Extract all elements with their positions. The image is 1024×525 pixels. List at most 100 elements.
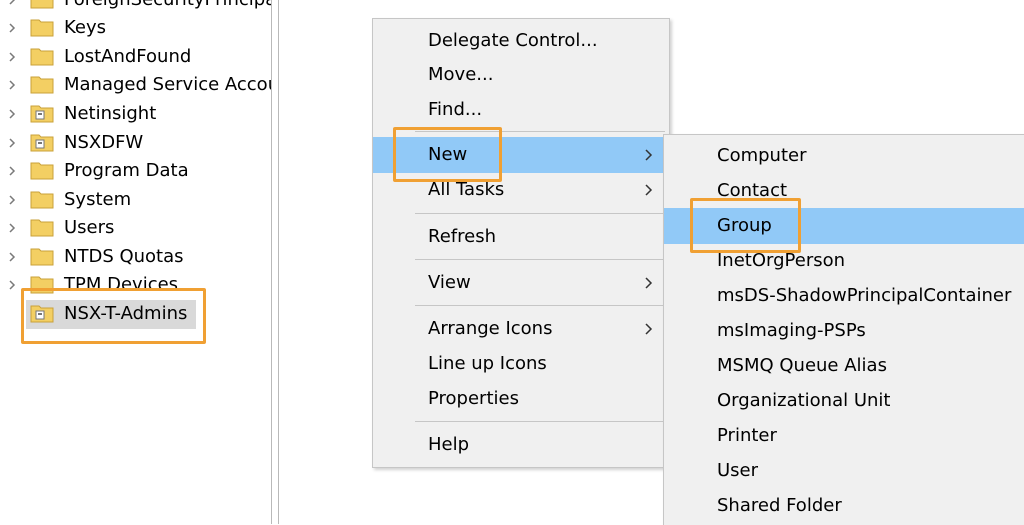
tree-item-system[interactable]: System [0, 186, 271, 214]
tree-item-label: NSXDFW [64, 132, 144, 153]
menu-item-label: New [428, 144, 468, 165]
context-menu: Delegate Control... Move... Find... New … [372, 18, 670, 468]
chevron-right-icon[interactable] [6, 108, 18, 120]
submenu-item-contact[interactable]: Contact [664, 173, 1024, 209]
menu-item-label: Move... [428, 64, 494, 85]
menu-separator [415, 421, 665, 422]
menu-separator [415, 305, 665, 306]
folder-icon [30, 276, 54, 294]
chevron-right-icon [645, 277, 653, 289]
menu-item-delegate-control[interactable]: Delegate Control... [373, 23, 669, 59]
submenu-item-group[interactable]: Group [664, 208, 1024, 244]
tree-item-keys[interactable]: Keys [0, 14, 271, 42]
menu-item-label: Help [428, 434, 470, 455]
menu-item-label: msImaging-PSPs [717, 320, 866, 341]
chevron-right-icon[interactable] [6, 251, 18, 263]
menu-item-label: Line up Icons [428, 353, 547, 374]
tree-item-tpm-devices[interactable]: TPM Devices [0, 271, 271, 299]
menu-item-line-up-icons[interactable]: Line up Icons [373, 346, 669, 382]
tree-item-foreignsecurityprincipals[interactable]: ForeignSecurityPrincipals [0, 0, 271, 14]
menu-item-label: View [428, 272, 471, 293]
tree-item-label: System [64, 189, 132, 210]
chevron-right-icon[interactable] [6, 22, 18, 34]
menu-item-find[interactable]: Find... [373, 92, 669, 128]
menu-item-arrange-icons[interactable]: Arrange Icons [373, 311, 669, 347]
menu-item-label: Arrange Icons [428, 318, 553, 339]
menu-item-all-tasks[interactable]: All Tasks [373, 172, 669, 208]
folder-icon [30, 162, 54, 180]
chevron-right-icon[interactable] [6, 137, 18, 149]
tree-item-users[interactable]: Users [0, 214, 271, 242]
menu-item-label: InetOrgPerson [717, 250, 846, 271]
tree-item-nsxdfw[interactable]: NSXDFW [0, 129, 271, 157]
menu-item-label: msDS-ShadowPrincipalContainer [717, 285, 1012, 306]
chevron-right-icon[interactable] [6, 194, 18, 206]
tree-item-label: Users [64, 217, 115, 238]
tree-item-nsx-t-admins[interactable]: NSX-T-Admins [0, 300, 271, 329]
folder-icon [30, 76, 54, 94]
folder-icon [30, 219, 54, 237]
menu-item-move[interactable]: Move... [373, 57, 669, 93]
menu-item-properties[interactable]: Properties [373, 381, 669, 417]
chevron-right-icon [645, 149, 653, 161]
submenu-item-computer[interactable]: Computer [664, 138, 1024, 174]
menu-item-label: Organizational Unit [717, 390, 891, 411]
chevron-right-icon [645, 184, 653, 196]
chevron-right-icon[interactable] [6, 279, 18, 291]
menu-separator [415, 131, 665, 132]
submenu-item-inetorgperson[interactable]: InetOrgPerson [664, 243, 1024, 279]
submenu-item-organizational-unit[interactable]: Organizational Unit [664, 383, 1024, 419]
menu-separator [415, 213, 665, 214]
menu-item-label: Delegate Control... [428, 30, 598, 51]
new-submenu: Computer Contact Group InetOrgPerson msD… [663, 134, 1024, 525]
menu-item-label: Computer [717, 145, 807, 166]
menu-item-label: Contact [717, 180, 788, 201]
menu-item-label: Group [717, 215, 772, 236]
chevron-right-icon[interactable] [6, 165, 18, 177]
chevron-right-icon [645, 323, 653, 335]
tree-item-label: Keys [64, 17, 107, 38]
submenu-item-msds-shadowprincipalcontainer[interactable]: msDS-ShadowPrincipalContainer [664, 278, 1024, 314]
folder-icon [30, 248, 54, 266]
tree-item-label: Managed Service Accour [64, 74, 271, 95]
tree-item-managed-service-accounts[interactable]: Managed Service Accour [0, 71, 271, 99]
ou-folder-icon [30, 105, 54, 123]
submenu-item-msimaging-psps[interactable]: msImaging-PSPs [664, 313, 1024, 349]
submenu-item-shared-folder[interactable]: Shared Folder [664, 488, 1024, 524]
tree-item-ntds-quotas[interactable]: NTDS Quotas [0, 243, 271, 271]
tree-item-netinsight[interactable]: Netinsight [0, 100, 271, 128]
chevron-right-icon[interactable] [6, 0, 18, 6]
chevron-right-icon[interactable] [6, 79, 18, 91]
menu-item-help[interactable]: Help [373, 427, 669, 463]
chevron-right-icon[interactable] [6, 51, 18, 63]
tree-item-label: LostAndFound [64, 46, 192, 67]
folder-icon [30, 0, 54, 9]
submenu-item-msmq-queue-alias[interactable]: MSMQ Queue Alias [664, 348, 1024, 384]
tree-item-label: ForeignSecurityPrincipals [64, 0, 271, 12]
pane-splitter[interactable] [271, 0, 279, 524]
tree-item-label: TPM Devices [64, 274, 179, 295]
menu-item-refresh[interactable]: Refresh [373, 219, 669, 255]
menu-item-new[interactable]: New [373, 137, 669, 173]
tree-item-lostandfound[interactable]: LostAndFound [0, 43, 271, 71]
folder-icon [30, 191, 54, 209]
menu-item-label: Properties [428, 388, 519, 409]
navigation-tree: ForeignSecurityPrincipals Keys LostAndFo… [0, 0, 271, 524]
menu-item-label: Find... [428, 99, 483, 120]
tree-item-label: NSX-T-Admins [64, 303, 188, 324]
folder-icon [30, 19, 54, 37]
menu-separator [415, 259, 665, 260]
tree-item-label: Program Data [64, 160, 189, 181]
menu-item-view[interactable]: View [373, 265, 669, 301]
tree-item-label: Netinsight [64, 103, 157, 124]
tree-item-program-data[interactable]: Program Data [0, 157, 271, 185]
menu-item-label: Shared Folder [717, 495, 842, 516]
ou-folder-icon [30, 134, 54, 152]
folder-icon [30, 48, 54, 66]
menu-item-label: Refresh [428, 226, 496, 247]
submenu-item-printer[interactable]: Printer [664, 418, 1024, 454]
submenu-item-user[interactable]: User [664, 453, 1024, 489]
chevron-right-icon[interactable] [6, 222, 18, 234]
tree-item-label: NTDS Quotas [64, 246, 184, 267]
ou-folder-icon [30, 305, 54, 323]
